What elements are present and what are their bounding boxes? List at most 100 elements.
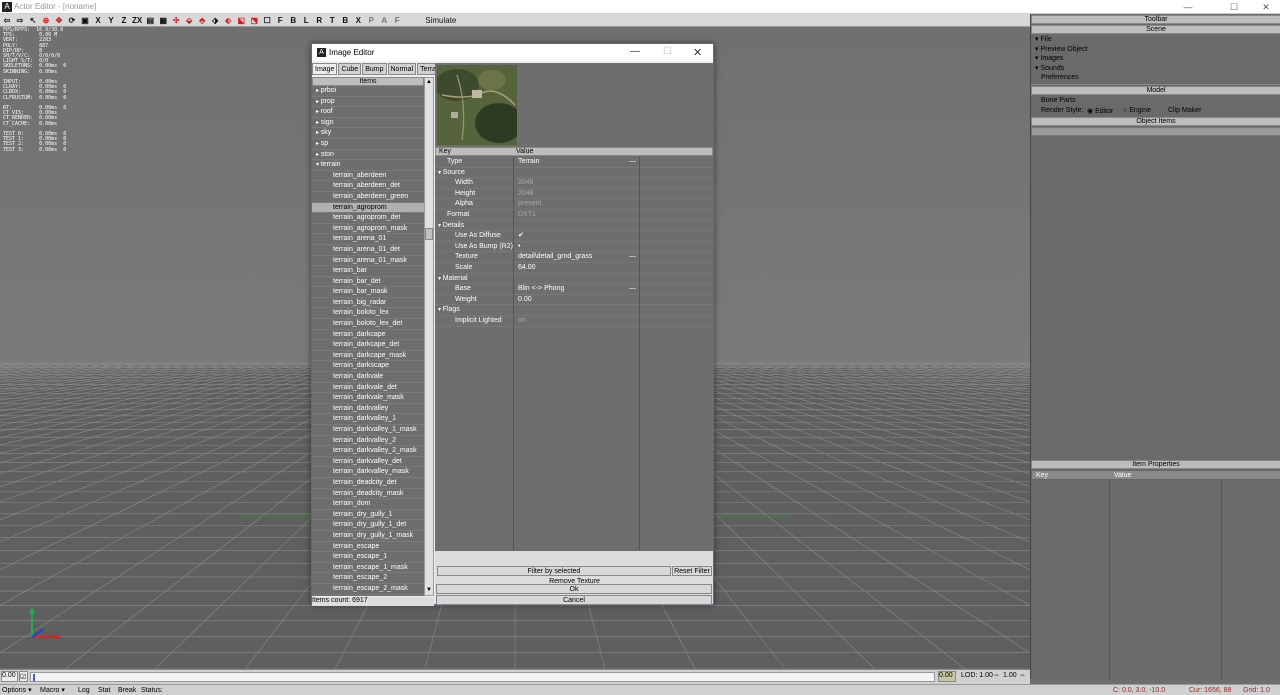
list-item[interactable]: terrain_boloto_lex [312, 308, 424, 320]
items-list[interactable]: ▸ prboi ▸ prop ▸ roof ▸ sign ▸ sky ▸ sp ▸ ston… [312, 86, 424, 596]
filter-by-selected-button[interactable]: Filter by selected [437, 566, 671, 576]
rotate-icon[interactable]: ⟳ [67, 15, 77, 26]
axis-x-button[interactable]: X [93, 15, 103, 26]
dialog-close-button[interactable]: ✕ [693, 46, 702, 59]
snap-object-icon[interactable]: ✣ [171, 15, 181, 26]
property-row[interactable]: Alpha present [435, 199, 713, 210]
property-value[interactable]: 2048 [515, 178, 638, 189]
property-value[interactable] [515, 274, 638, 285]
list-item[interactable]: terrain_darkvalley_mask [312, 467, 424, 478]
property-value[interactable] [515, 221, 638, 232]
property-row[interactable]: ▾ Source [435, 168, 713, 179]
list-item[interactable]: terrain_aberdeen [312, 171, 424, 182]
list-item[interactable]: terrain_bar_det [312, 277, 424, 288]
property-row[interactable]: Implicit Lighted on [435, 316, 713, 327]
property-value[interactable] [515, 305, 638, 316]
property-row[interactable]: Width 2048 [435, 178, 713, 189]
list-item[interactable]: terrain_agroprom_mask [312, 224, 424, 235]
scene-item-file[interactable]: ▾ File [1035, 35, 1052, 43]
list-item[interactable]: terrain_darkvale_det [312, 383, 424, 394]
dialog-maximize-button[interactable]: ☐ [663, 46, 672, 57]
list-item[interactable]: terrain_dry_gully_1 [312, 510, 424, 521]
timeline-slider[interactable] [30, 672, 935, 682]
list-item[interactable]: terrain_boloto_lex_det [312, 319, 424, 330]
property-row[interactable]: ▾ Details [435, 221, 713, 232]
list-item[interactable]: terrain_escape_2_mask [312, 584, 424, 595]
property-value[interactable]: 0.00 [515, 295, 638, 306]
list-item[interactable]: terrain_bar [312, 266, 424, 277]
ok-button[interactable]: Ok [436, 584, 712, 594]
list-item[interactable]: terrain_darkcape_det [312, 340, 424, 351]
property-value[interactable]: ✔ [515, 231, 638, 242]
snap-rotate-icon[interactable]: ⬘ [197, 15, 207, 26]
list-item[interactable]: terrain_darkscape [312, 361, 424, 373]
list-item[interactable]: terrain_dry_gully_1_mask [312, 531, 424, 542]
list-item[interactable]: terrain_arena_01_det [312, 245, 424, 256]
move-icon[interactable]: ✥ [54, 15, 64, 26]
time-lock-checkbox[interactable]: ☑ [19, 671, 28, 682]
dropdown-icon[interactable]: — [629, 157, 636, 168]
list-item[interactable]: ▸ prboi [312, 86, 424, 97]
list-item[interactable]: terrain_agroprom [312, 202, 424, 214]
minimize-button[interactable]: — [1180, 1, 1196, 13]
model-header[interactable]: Model [1031, 86, 1280, 95]
list-item[interactable]: terrain_darkcape_mask [312, 351, 424, 362]
dropdown-icon[interactable]: — [629, 252, 636, 263]
stat-button[interactable]: Stat [98, 686, 110, 695]
property-value[interactable]: Blin <-> Phong [515, 284, 638, 295]
list-item[interactable]: terrain_aberdeen_det [312, 181, 424, 192]
dialog-titlebar[interactable]: A Image Editor — ☐ ✕ [312, 44, 713, 61]
camera-icon[interactable]: ⬖ [223, 15, 233, 26]
property-row[interactable]: ▾ Flags [435, 305, 713, 316]
property-value[interactable]: 64.00 [515, 263, 638, 274]
item-properties-header[interactable]: Item Properties [1031, 460, 1280, 469]
list-item[interactable]: terrain_darkvalley_det [312, 457, 424, 468]
clip-maker-button[interactable]: Clip Maker [1168, 107, 1201, 114]
list-item[interactable]: terrain_dom [312, 499, 424, 510]
property-value[interactable]: DXT1 [515, 210, 638, 221]
camera-fly-icon[interactable]: ⬕ [236, 15, 246, 26]
property-value[interactable]: 2048 [515, 189, 638, 200]
list-item[interactable]: ▸ ston [312, 150, 424, 161]
list-item[interactable]: ▸ prop [312, 97, 424, 108]
lod-value[interactable]: 1.00 [1003, 672, 1017, 679]
redo-icon[interactable]: ⇨ [15, 15, 25, 26]
list-item[interactable]: ▸ sp [312, 139, 424, 150]
property-row[interactable]: Height 2048 [435, 189, 713, 200]
items-header[interactable]: Items [312, 77, 424, 86]
property-row[interactable]: Use As Bump (R2) • [435, 242, 713, 253]
list-item[interactable]: terrain_aberdeen_green [312, 192, 424, 203]
property-row[interactable]: Texture detail\detail_grnd_grass — [435, 252, 713, 263]
lod-arrows-icon[interactable]: ⇔ [993, 672, 1000, 679]
property-row[interactable]: ▾ Material [435, 274, 713, 285]
property-value[interactable]: on [515, 316, 638, 327]
lod-arrows-icon[interactable]: ⇔ [1019, 672, 1026, 679]
reset-filter-button[interactable]: Reset Filter [672, 566, 712, 576]
list-item[interactable]: terrain_deadcity_mask [312, 489, 424, 500]
zoom-icon[interactable]: ⬔ [249, 15, 259, 26]
bone-parts-button[interactable]: Bone Parts [1041, 97, 1076, 104]
property-row[interactable]: Type Terrain — [435, 157, 713, 168]
list-item[interactable]: terrain_arena_01_mask [312, 256, 424, 267]
time-right-value[interactable]: 0.00 [938, 671, 956, 682]
log-button[interactable]: Log [78, 686, 90, 695]
scene-item-sounds[interactable]: ▾ Sounds [1035, 64, 1064, 72]
axis-z-button[interactable]: Z [119, 15, 129, 26]
view-left-button[interactable]: L [301, 15, 311, 26]
list-item[interactable]: terrain_darkcape [312, 330, 424, 341]
toolbar-header[interactable]: Toolbar [1031, 15, 1280, 24]
list-item[interactable]: terrain_bar_mask [312, 287, 424, 298]
property-value[interactable]: detail\detail_grnd_grass [515, 252, 638, 263]
tab-cube[interactable]: Cube [338, 63, 362, 75]
axis-zx-button[interactable]: ZX [132, 15, 142, 26]
select-icon[interactable]: ↖ [28, 15, 38, 26]
property-value[interactable]: Terrain [515, 157, 638, 168]
list-item[interactable]: ▸ sky [312, 128, 424, 139]
tab-image[interactable]: Image [312, 63, 338, 75]
list-item[interactable]: terrain_arena_01 [312, 234, 424, 245]
list-item[interactable]: terrain_darkvalley_2_mask [312, 446, 424, 457]
scene-header[interactable]: Scene [1031, 25, 1280, 34]
render-style-engine[interactable]: ○ Engine [1123, 107, 1151, 114]
list-item[interactable]: terrain_darkvale_mask [312, 393, 424, 404]
property-value[interactable] [515, 168, 638, 179]
